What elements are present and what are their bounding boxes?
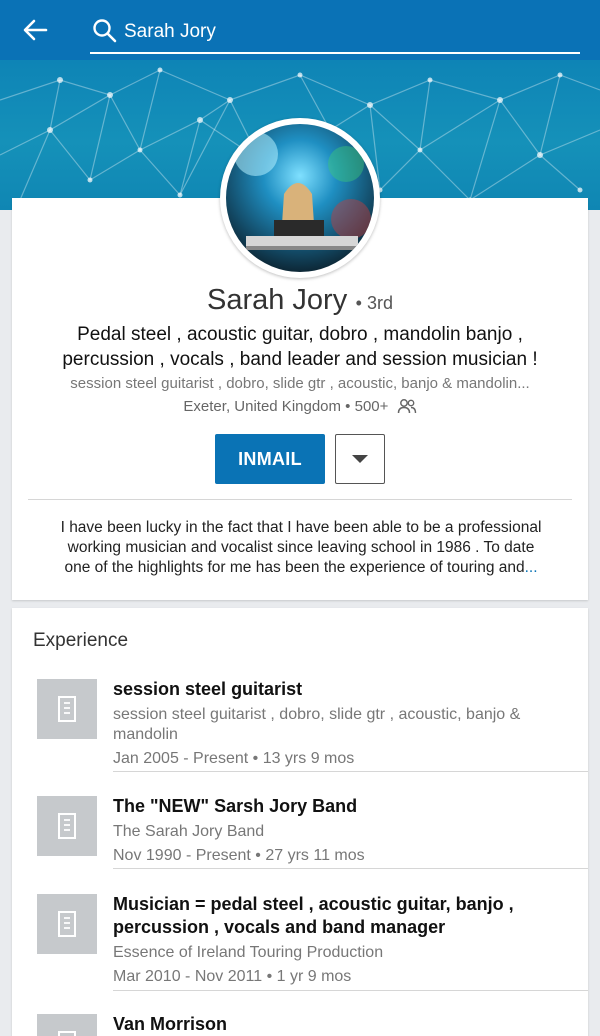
building-icon	[58, 696, 76, 722]
search-input[interactable]	[124, 18, 564, 46]
more-actions-button[interactable]	[335, 434, 385, 484]
inmail-button[interactable]: INMAIL	[215, 434, 325, 484]
search-icon	[93, 19, 117, 43]
summary-line: one of the highlights for me has been th…	[64, 559, 525, 576]
arrow-left-icon	[23, 19, 48, 41]
company-logo	[37, 894, 97, 954]
item-divider	[113, 990, 588, 991]
experience-role: The "NEW" Sarsh Jory Band	[113, 796, 358, 816]
item-divider	[113, 868, 588, 869]
top-bar	[0, 0, 600, 60]
company-logo	[37, 1014, 97, 1036]
summary-line: I have been lucky in the fact that I hav…	[60, 519, 542, 536]
profile-summary[interactable]: I have been lucky in the fact that I hav…	[28, 518, 574, 578]
people-icon	[397, 399, 416, 414]
experience-company: session steel guitarist , dobro, slide g…	[113, 706, 521, 743]
back-button[interactable]	[20, 16, 50, 44]
profile-photo	[226, 124, 374, 272]
experience-dates: Nov 1990 - Present • 27 yrs 11 mos	[113, 847, 365, 864]
experience-company: The Sarah Jory Band	[113, 823, 265, 840]
building-icon	[58, 813, 76, 839]
connection-degree: • 3rd	[355, 293, 393, 313]
profile-headline: Pedal steel , acoustic guitar, dobro , m…	[62, 324, 538, 370]
experience-heading: Experience	[33, 630, 129, 651]
profile-name-row: Sarah Jory • 3rd	[12, 284, 588, 317]
company-logo	[37, 796, 97, 856]
experience-role: Van Morrison	[113, 1014, 228, 1034]
card-divider	[28, 499, 572, 500]
experience-company: Essence of Ireland Touring Production	[113, 944, 384, 961]
caret-down-icon	[352, 455, 368, 463]
profile-current-position: session steel guitarist , dobro, slide g…	[70, 375, 530, 392]
experience-dates: Mar 2010 - Nov 2011 • 1 yr 9 mos	[113, 968, 352, 985]
profile-location-row: Exeter, United Kingdom • 500+	[12, 398, 588, 415]
profile-location: Exeter, United Kingdom • 500+	[183, 398, 389, 415]
item-divider	[113, 771, 588, 772]
experience-dates: Jan 2005 - Present • 13 yrs 9 mos	[113, 750, 355, 767]
avatar[interactable]	[226, 124, 374, 272]
experience-role: session steel guitarist	[113, 679, 303, 699]
search-bar[interactable]	[90, 10, 580, 54]
profile-name: Sarah Jory	[206, 284, 348, 316]
see-more-ellipsis[interactable]: ...	[525, 559, 538, 576]
summary-line: working musician and vocalist since leav…	[67, 539, 535, 556]
company-logo	[37, 679, 97, 739]
experience-role: Musician = pedal steel , acoustic guitar…	[113, 894, 514, 937]
summary-line-last: one of the highlights for me has been th…	[28, 558, 574, 578]
building-icon	[58, 1031, 76, 1036]
building-icon	[58, 911, 76, 937]
